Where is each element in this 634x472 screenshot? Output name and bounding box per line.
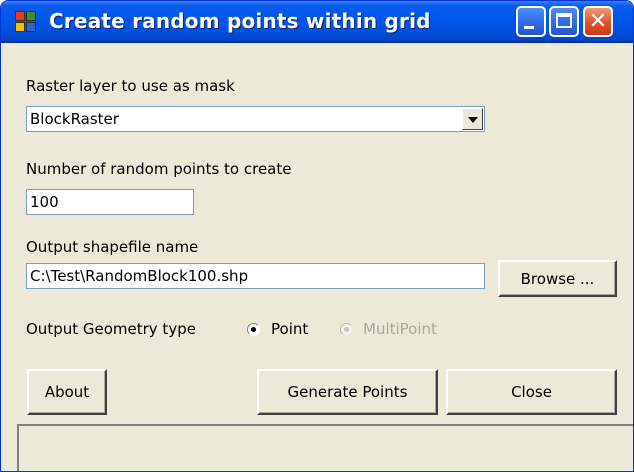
point-radio-label[interactable]: Point: [271, 320, 308, 338]
window-title: Create random points within grid: [49, 9, 431, 33]
point-radio[interactable]: [247, 323, 260, 336]
output-shapefile-label: Output shapefile name: [26, 238, 199, 256]
minimize-icon: [524, 26, 534, 29]
generate-points-button[interactable]: Generate Points: [257, 369, 438, 415]
multipoint-radio-label: MultiPoint: [363, 320, 437, 338]
browse-button[interactable]: Browse ...: [498, 260, 617, 297]
multipoint-radio: [340, 323, 353, 336]
output-shapefile-input[interactable]: [26, 263, 485, 289]
raster-layer-selected: BlockRaster: [30, 110, 119, 128]
app-icon[interactable]: [15, 11, 37, 33]
title-bar[interactable]: Create random points within grid ✕: [1, 1, 633, 43]
geometry-type-label: Output Geometry type: [26, 320, 196, 338]
dropdown-button[interactable]: [462, 108, 483, 130]
close-window-button[interactable]: ✕: [583, 6, 613, 37]
about-button[interactable]: About: [27, 369, 107, 415]
close-icon: ✕: [588, 9, 608, 34]
minimize-button[interactable]: [516, 6, 546, 37]
raster-layer-dropdown[interactable]: BlockRaster: [26, 106, 485, 132]
points-count-label: Number of random points to create: [26, 160, 292, 178]
dialog-window: Create random points within grid ✕ Raste…: [0, 0, 634, 472]
points-count-input[interactable]: [26, 189, 194, 215]
raster-layer-label: Raster layer to use as mask: [26, 77, 235, 95]
maximize-button[interactable]: [549, 6, 579, 37]
close-button[interactable]: Close: [446, 369, 617, 415]
maximize-icon: [556, 13, 572, 28]
status-bar: [17, 424, 633, 471]
chevron-down-icon: [468, 117, 478, 123]
